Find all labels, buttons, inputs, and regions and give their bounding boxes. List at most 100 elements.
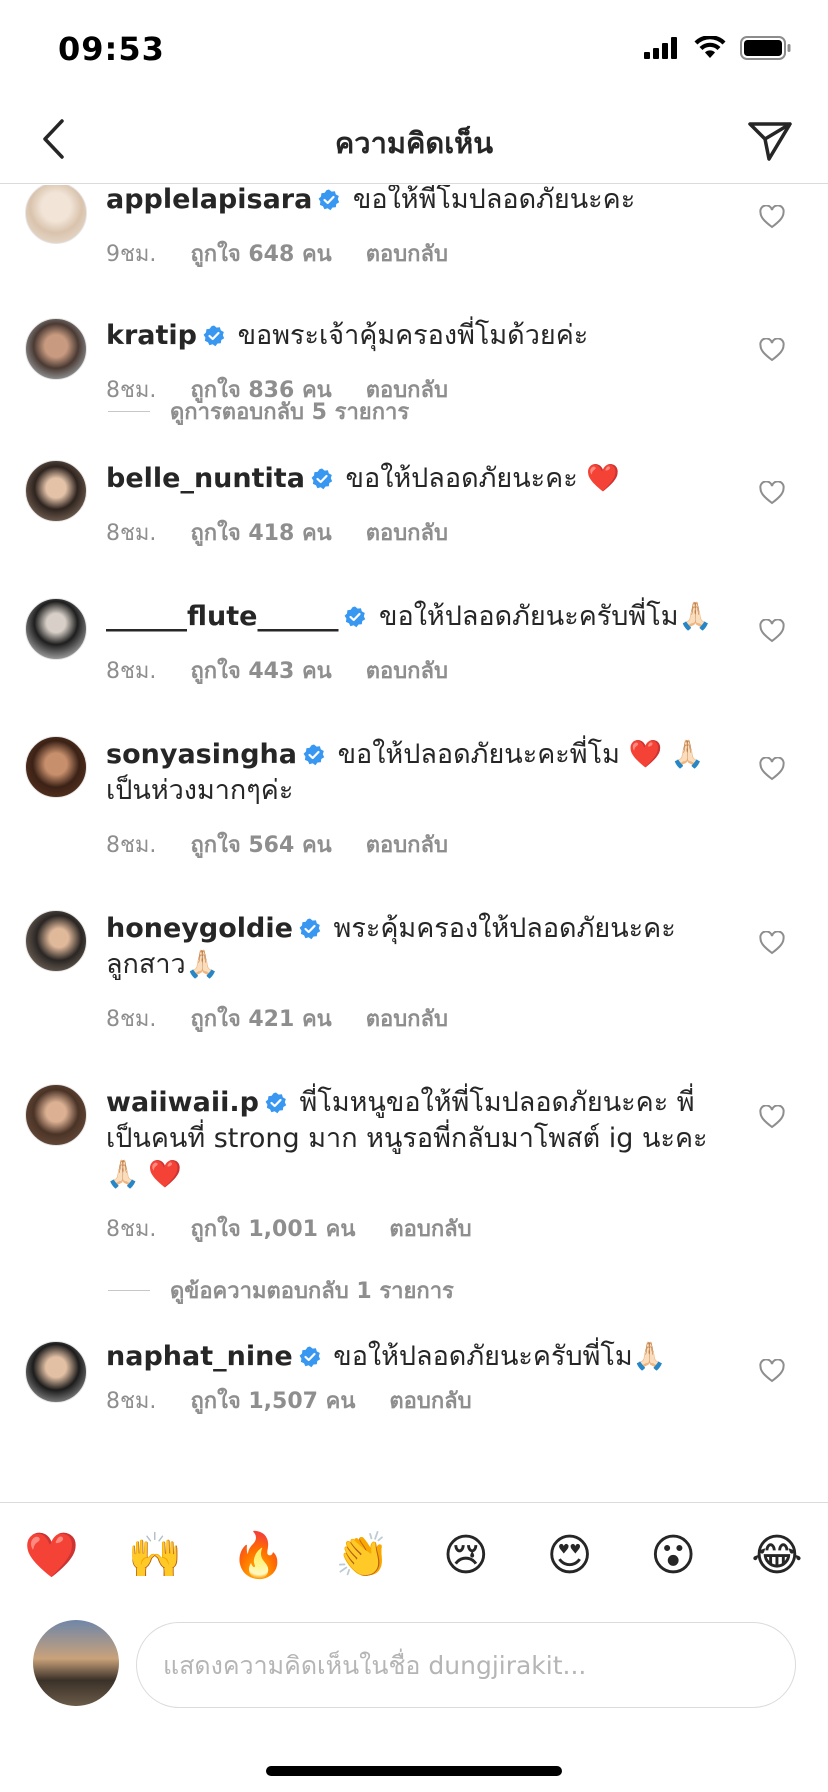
like-button[interactable] bbox=[756, 1355, 788, 1387]
heart-outline-icon bbox=[759, 338, 785, 362]
comment-text: honeygoldie พระคุ้มครองให้ปลอดภัยนะคะ ลู… bbox=[106, 911, 726, 983]
divider bbox=[108, 411, 150, 412]
comment-meta: 8ชม. ถูกใจ 1,001 คน ตอบกลับ bbox=[106, 1211, 472, 1246]
page-title: ความคิดเห็น bbox=[334, 126, 494, 160]
emoji-heart-button[interactable]: ❤️ bbox=[24, 1529, 79, 1583]
comment-time: 8ชม. bbox=[106, 833, 157, 858]
comment-username[interactable]: applelapisara bbox=[106, 185, 312, 215]
emoji-heart-eyes-button[interactable]: 😍 bbox=[543, 1529, 597, 1583]
avatar[interactable] bbox=[25, 1084, 87, 1146]
view-replies-button[interactable]: ดูข้อความตอบกลับ 1 รายการ bbox=[108, 1273, 454, 1308]
comment-text: belle_nuntita ขอให้ปลอดภัยนะคะ ❤️ bbox=[106, 461, 726, 497]
comment-text: kratip ขอพระเจ้าคุ้มครองพี่โมด้วยค่ะ bbox=[106, 318, 726, 354]
comment-meta: 8ชม. ถูกใจ 418 คน ตอบกลับ bbox=[106, 515, 448, 550]
verified-badge-icon bbox=[345, 606, 366, 628]
comment-likes[interactable]: ถูกใจ 1,507 คน bbox=[190, 1383, 355, 1418]
reply-button[interactable]: ตอบกลับ bbox=[389, 1211, 471, 1246]
heart-outline-icon bbox=[759, 1359, 785, 1383]
avatar[interactable] bbox=[25, 460, 87, 522]
paper-plane-icon bbox=[748, 122, 792, 161]
comment-input[interactable] bbox=[136, 1622, 796, 1708]
comment-likes[interactable]: ถูกใจ 418 คน bbox=[190, 515, 331, 550]
avatar[interactable] bbox=[25, 185, 87, 244]
emoji-fire-button[interactable]: 🔥 bbox=[231, 1529, 286, 1583]
comment-username[interactable]: sonyasingha bbox=[106, 739, 297, 770]
comment-username[interactable]: honeygoldie bbox=[106, 913, 293, 944]
avatar[interactable] bbox=[25, 736, 87, 798]
comment-text: waiiwaii.p พี่โมหนูขอให้พี่โมปลอดภัยนะคะ… bbox=[106, 1085, 726, 1193]
header: ความคิดเห็น bbox=[0, 96, 828, 184]
comment-text: ______flute______ ขอให้ปลอดภัยนะครับพี่โ… bbox=[106, 599, 726, 635]
comment-item: honeygoldie พระคุ้มครองให้ปลอดภัยนะคะ ลู… bbox=[0, 907, 828, 1082]
avatar[interactable] bbox=[25, 1341, 87, 1403]
verified-badge-icon bbox=[299, 918, 321, 940]
comment-message: ขอให้ปลอดภัยนะครับพี่โม🙏🏻 bbox=[333, 1341, 667, 1372]
avatar[interactable] bbox=[25, 318, 87, 380]
cellular-signal-icon bbox=[644, 37, 677, 59]
like-button[interactable] bbox=[756, 334, 788, 366]
view-replies-button[interactable]: ดูการตอบกลับ 5 รายการ bbox=[108, 394, 409, 429]
reply-button[interactable]: ตอบกลับ bbox=[366, 653, 448, 688]
heart-outline-icon bbox=[759, 1105, 785, 1129]
comment-item: naphat_nine ขอให้ปลอดภัยนะครับพี่โม🙏🏻 8ช… bbox=[0, 1335, 828, 1495]
comment-likes[interactable]: ถูกใจ 648 คน bbox=[190, 236, 331, 271]
reply-button[interactable]: ตอบกลับ bbox=[366, 236, 448, 271]
comment-list[interactable]: applelapisara ขอให้พี่โมปลอดภัยนะคะ 9ชม.… bbox=[0, 185, 828, 1500]
comment-username[interactable]: kratip bbox=[106, 320, 197, 351]
comment-text: applelapisara ขอให้พี่โมปลอดภัยนะคะ bbox=[106, 185, 726, 218]
like-button[interactable] bbox=[756, 477, 788, 509]
emoji-surprised-button[interactable]: 😮 bbox=[646, 1529, 700, 1583]
share-button[interactable] bbox=[742, 114, 798, 168]
like-button[interactable] bbox=[756, 1101, 788, 1133]
comment-username[interactable]: waiiwaii.p bbox=[106, 1087, 259, 1118]
verified-badge-icon bbox=[265, 1092, 287, 1114]
avatar[interactable] bbox=[25, 598, 87, 660]
verified-badge-icon bbox=[318, 189, 340, 211]
comment-meta: 8ชม. ถูกใจ 443 คน ตอบกลับ bbox=[106, 653, 448, 688]
emoji-clapping-button[interactable]: 👏 bbox=[335, 1529, 390, 1583]
heart-outline-icon bbox=[759, 205, 785, 229]
comment-time: 8ชม. bbox=[106, 1007, 157, 1032]
comment-item: sonyasingha ขอให้ปลอดภัยนะคะพี่โม ❤️ 🙏🏻 … bbox=[0, 733, 828, 908]
comment-message: ขอให้ปลอดภัยนะครับพี่โม🙏🏻 bbox=[379, 601, 713, 632]
comment-text: naphat_nine ขอให้ปลอดภัยนะครับพี่โม🙏🏻 bbox=[106, 1339, 726, 1375]
comment-likes[interactable]: ถูกใจ 421 คน bbox=[190, 1001, 331, 1036]
status-time: 09:53 bbox=[58, 30, 165, 68]
reply-button[interactable]: ตอบกลับ bbox=[389, 1383, 471, 1418]
current-user-avatar bbox=[33, 1620, 119, 1706]
comment-likes[interactable]: ถูกใจ 1,001 คน bbox=[190, 1211, 355, 1246]
reply-button[interactable]: ตอบกลับ bbox=[366, 515, 448, 550]
comment-likes[interactable]: ถูกใจ 443 คน bbox=[190, 653, 331, 688]
like-button[interactable] bbox=[756, 753, 788, 785]
comment-composer bbox=[0, 1608, 828, 1728]
comment-time: 8ชม. bbox=[106, 659, 157, 684]
wifi-icon bbox=[694, 36, 726, 58]
reply-button[interactable]: ตอบกลับ bbox=[366, 827, 448, 862]
comment-username[interactable]: belle_nuntita bbox=[106, 463, 305, 494]
comment-time: 8ชม. bbox=[106, 521, 157, 546]
emoji-laughing-button[interactable]: 😂 bbox=[750, 1529, 804, 1583]
verified-badge-icon bbox=[303, 744, 325, 766]
comment-meta: 8ชม. ถูกใจ 421 คน ตอบกลับ bbox=[106, 1001, 448, 1036]
home-indicator[interactable] bbox=[266, 1766, 562, 1776]
comment-likes[interactable]: ถูกใจ 564 คน bbox=[190, 827, 331, 862]
view-replies-label: ดูข้อความตอบกลับ 1 รายการ bbox=[170, 1279, 454, 1304]
like-button[interactable] bbox=[756, 927, 788, 959]
comment-item: waiiwaii.p พี่โมหนูขอให้พี่โมปลอดภัยนะคะ… bbox=[0, 1081, 828, 1281]
verified-badge-icon bbox=[311, 468, 333, 490]
reply-button[interactable]: ตอบกลับ bbox=[366, 1001, 448, 1036]
emoji-raised-hands-button[interactable]: 🙌 bbox=[128, 1529, 183, 1583]
comment-message: ขอพระเจ้าคุ้มครองพี่โมด้วยค่ะ bbox=[237, 320, 589, 351]
like-button[interactable] bbox=[756, 201, 788, 233]
like-button[interactable] bbox=[756, 615, 788, 647]
heart-outline-icon bbox=[759, 757, 785, 781]
comment-item: belle_nuntita ขอให้ปลอดภัยนะคะ ❤️ 8ชม. ถ… bbox=[0, 457, 828, 597]
avatar[interactable] bbox=[25, 910, 87, 972]
view-replies-label: ดูการตอบกลับ 5 รายการ bbox=[170, 400, 410, 425]
comment-username[interactable]: naphat_nine bbox=[106, 1341, 293, 1372]
battery-icon bbox=[740, 36, 791, 60]
emoji-crying-button[interactable]: 😢 bbox=[439, 1529, 493, 1583]
comment-meta: 8ชม. ถูกใจ 1,507 คน ตอบกลับ bbox=[106, 1383, 472, 1418]
comment-username[interactable]: ______flute______ bbox=[106, 601, 338, 632]
comment-text: sonyasingha ขอให้ปลอดภัยนะคะพี่โม ❤️ 🙏🏻 … bbox=[106, 737, 726, 809]
